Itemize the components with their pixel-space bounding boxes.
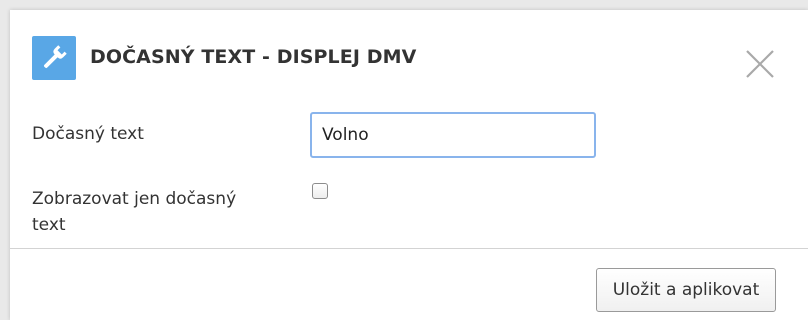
close-button[interactable] (743, 47, 777, 81)
footer-divider (10, 248, 808, 249)
temp-text-label: Dočasný text (32, 124, 144, 144)
save-apply-button[interactable]: Uložit a aplikovat (596, 268, 776, 312)
dialog-title: DOČASNÝ TEXT - DISPLEJ DMV (90, 46, 417, 68)
wrench-icon-glyph (44, 45, 67, 68)
wrench-icon (32, 36, 76, 80)
only-temp-text-label: Zobrazovat jen dočasný text (32, 189, 237, 235)
close-icon (746, 50, 774, 78)
only-temp-text-checkbox[interactable] (312, 183, 328, 199)
dialog-header: DOČASNÝ TEXT - DISPLEJ DMV (10, 10, 808, 106)
temp-text-input[interactable] (310, 112, 596, 158)
dialog: DOČASNÝ TEXT - DISPLEJ DMV Dočasný text … (10, 10, 808, 320)
